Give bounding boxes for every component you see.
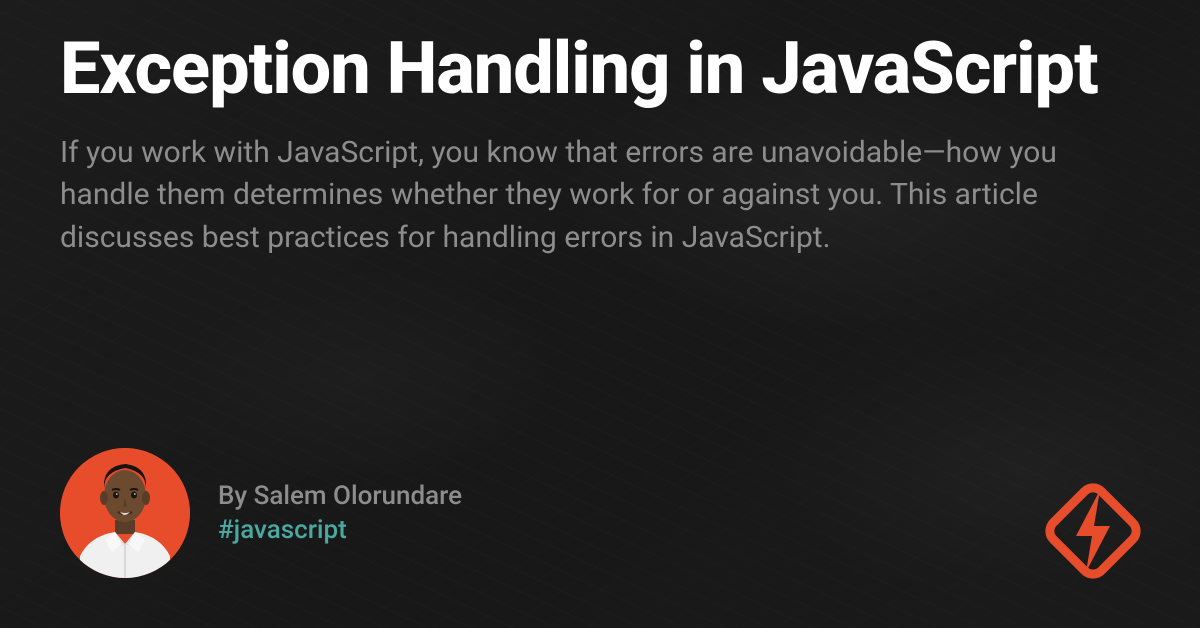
brand-logo-icon	[1038, 476, 1148, 586]
author-row: By Salem Olorundare #javascript	[60, 448, 1140, 578]
article-title: Exception Handling in JavaScript	[60, 30, 1140, 108]
author-meta: By Salem Olorundare #javascript	[218, 481, 462, 545]
article-hashtag: #javascript	[218, 515, 462, 545]
article-description: If you work with JavaScript, you know th…	[60, 132, 1140, 260]
content-container: Exception Handling in JavaScript If you …	[0, 0, 1200, 628]
author-avatar	[60, 448, 190, 578]
avatar-illustration	[60, 448, 190, 578]
author-byline: By Salem Olorundare	[218, 481, 462, 511]
